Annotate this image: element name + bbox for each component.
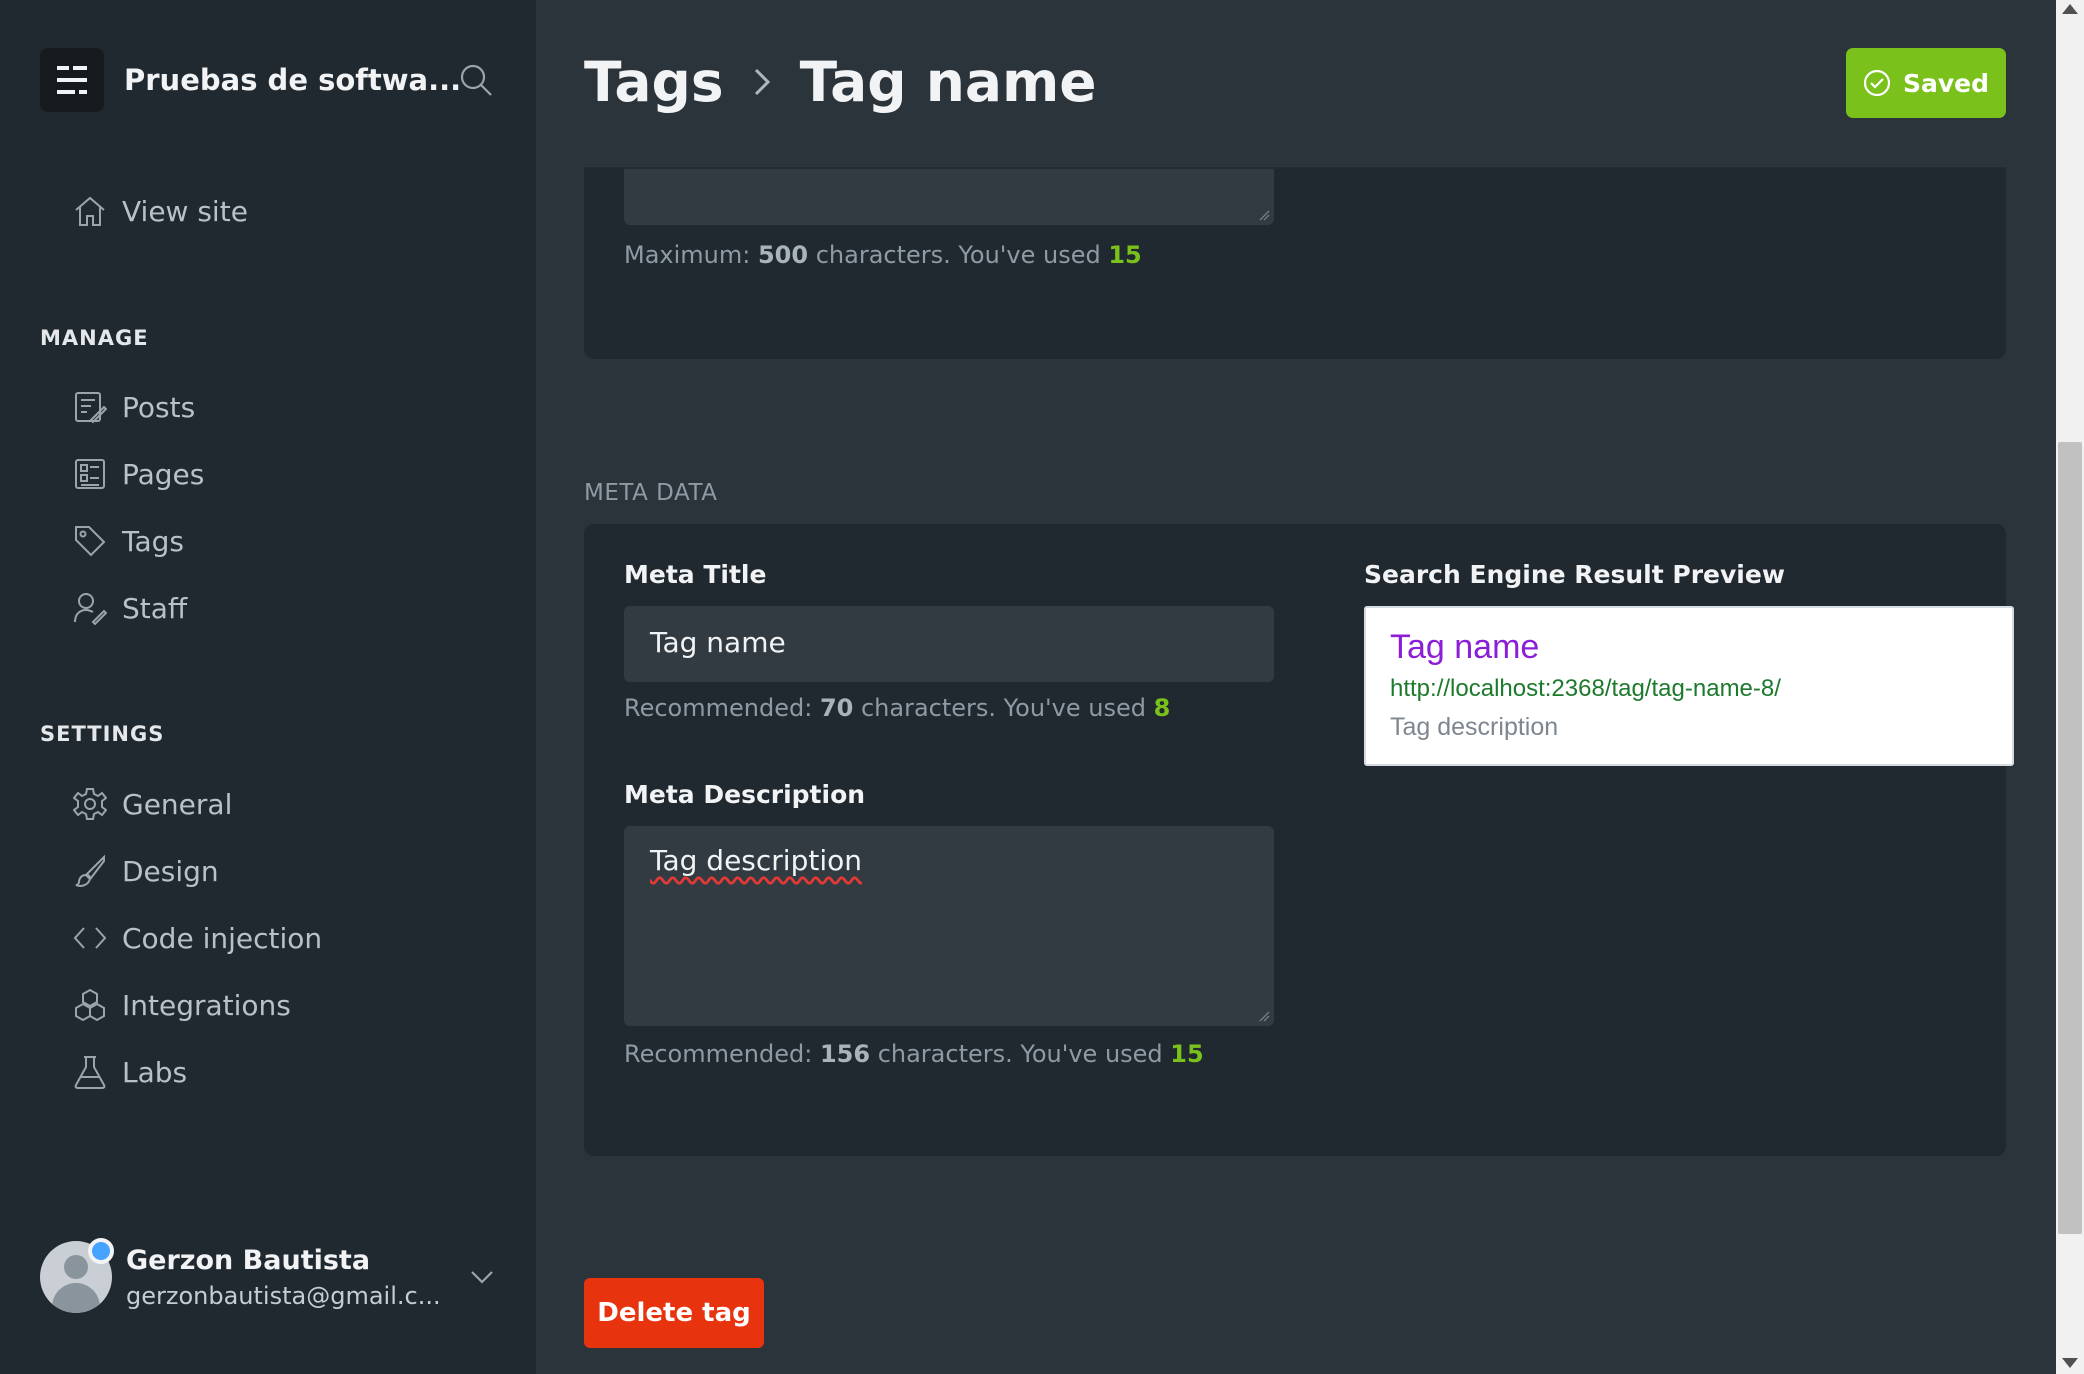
nav-label: Tags [122,524,184,558]
meta-description-value: Tag description [650,844,862,877]
site-title: Pruebas de softwa... [124,63,462,97]
serp-preview-label: Search Engine Result Preview [1364,560,1785,589]
saved-label: Saved [1902,68,1990,98]
description-char-counter: Maximum: 500 characters. You've used 15 [624,241,1142,269]
posts-icon [72,389,108,425]
breadcrumb: Tags Tag name [584,46,1097,118]
staff-icon [72,590,108,626]
tag-details-card: Maximum: 500 characters. You've used 15 [584,169,2006,359]
nav-label: Code injection [122,921,323,955]
meta-description-char-counter: Recommended: 156 characters. You've used… [624,1040,1204,1068]
user-name: Gerzon Bautista [126,1244,371,1276]
meta-data-heading: META DATA [584,480,718,506]
integrations-icon [72,987,108,1023]
nav-label: Labs [122,1055,188,1089]
settings-section-label: SETTINGS [40,722,165,746]
nav-label: Posts [122,390,196,424]
nav-view-site[interactable]: View site [72,187,248,235]
nav-label: Design [122,854,219,888]
sidebar-item-labs[interactable]: Labs [72,1048,187,1096]
sidebar-item-pages[interactable]: Pages [72,450,204,498]
delete-tag-button[interactable]: Delete tag [584,1278,764,1348]
meta-title-label: Meta Title [624,560,767,589]
check-circle-icon [1863,69,1891,97]
main-content: Tags Tag name Saved Maximum: 500 charact… [536,0,2056,1374]
breadcrumb-tags-link[interactable]: Tags [584,50,724,114]
manage-section-label: MANAGE [40,326,149,350]
code-icon [72,920,108,956]
home-icon [72,193,108,229]
scrollbar-thumb[interactable] [2058,442,2082,1234]
site-logo-icon [40,48,104,112]
pages-icon [72,456,108,492]
site-brand[interactable]: Pruebas de softwa... [40,48,461,112]
resize-handle-icon[interactable] [1258,209,1270,221]
serp-preview-url: http://localhost:2368/tag/tag-name-8/ [1390,675,1781,702]
brush-icon [72,853,108,889]
user-email: gerzonbautista@gmail.c... [126,1281,441,1310]
search-icon[interactable] [456,60,496,100]
nav-label: Staff [122,591,188,625]
serp-preview: Tag name http://localhost:2368/tag/tag-n… [1364,606,2014,766]
nav-label: View site [122,194,248,228]
nav-label: General [122,787,233,821]
sidebar-item-posts[interactable]: Posts [72,383,195,431]
scroll-down-arrow-icon[interactable] [2062,1358,2078,1368]
saved-button[interactable]: Saved [1846,48,2006,118]
sidebar-item-tags[interactable]: Tags [72,517,184,565]
scroll-up-arrow-icon[interactable] [2062,4,2078,14]
chevron-right-icon [754,68,770,96]
tag-icon [72,523,108,559]
nav-label: Pages [122,457,205,491]
resize-handle-icon[interactable] [1258,1010,1270,1022]
chevron-down-icon[interactable] [464,1262,500,1292]
tag-description-textarea[interactable] [624,169,1274,225]
serp-preview-description: Tag description [1390,713,1559,741]
meta-title-char-counter: Recommended: 70 characters. You've used … [624,694,1171,722]
notification-dot-icon [88,1238,114,1264]
sidebar-item-general[interactable]: General [72,780,232,828]
serp-preview-title: Tag name [1390,628,1540,666]
sidebar-item-integrations[interactable]: Integrations [72,981,291,1029]
sidebar-item-code-injection[interactable]: Code injection [72,914,322,962]
flask-icon [72,1054,108,1090]
page-title: Tag name [799,50,1097,114]
sidebar-item-design[interactable]: Design [72,847,219,895]
sidebar: Pruebas de softwa... View site MANAGE Po… [0,0,536,1374]
meta-title-input[interactable]: Tag name [624,606,1274,682]
meta-description-label: Meta Description [624,780,866,809]
meta-description-textarea[interactable]: Tag description [624,826,1274,1026]
gear-icon [72,786,108,822]
nav-label: Integrations [122,988,291,1022]
meta-data-card: Meta Title Tag name Recommended: 70 char… [584,524,2014,1156]
sidebar-item-staff[interactable]: Staff [72,584,187,632]
